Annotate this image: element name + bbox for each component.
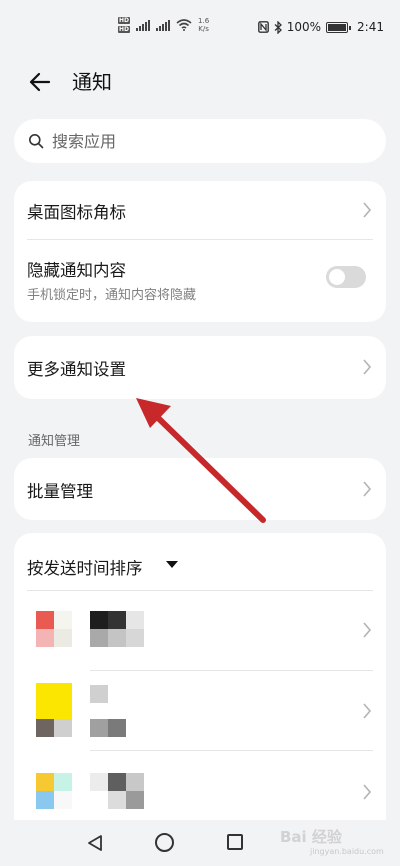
caret-down-icon: [166, 561, 178, 568]
nfc-icon: [257, 21, 269, 33]
chevron-right-icon: [363, 784, 372, 800]
more-settings-label: 更多通知设置: [27, 360, 126, 379]
app-header: 通知: [0, 58, 400, 108]
chevron-right-icon: [363, 359, 372, 375]
battery-percent: 100%: [286, 20, 322, 34]
badge-row[interactable]: 桌面图标角标: [14, 181, 386, 239]
app-list-item[interactable]: [14, 591, 386, 671]
hide-content-row: 隐藏通知内容 手机锁定时，通知内容将隐藏: [14, 239, 386, 322]
watermark-url: jingyan.baidu.com: [310, 847, 384, 856]
nav-back-icon[interactable]: [86, 834, 104, 852]
settings-card: 桌面图标角标 隐藏通知内容 手机锁定时，通知内容将隐藏: [14, 181, 386, 322]
app-list-card: 按发送时间排序: [14, 533, 386, 833]
app-list-item[interactable]: [14, 671, 386, 751]
search-input[interactable]: [52, 130, 352, 152]
search-icon: [29, 134, 44, 149]
network-speed: 1.6 K/s: [198, 17, 209, 33]
chevron-right-icon: [363, 622, 372, 638]
battery-icon: [326, 21, 352, 33]
status-right-group: 100% 2:41: [257, 20, 384, 34]
chevron-right-icon: [363, 202, 372, 218]
batch-manage-card[interactable]: 批量管理: [14, 458, 386, 520]
hd-badge: HD: [118, 26, 131, 33]
chevron-right-icon: [363, 481, 372, 497]
watermark: Bai 经验: [280, 828, 342, 846]
hd-indicators: HD HD: [118, 17, 131, 33]
bluetooth-icon: [274, 20, 282, 34]
network-speed-unit: K/s: [198, 25, 209, 33]
status-left-group: HD HD 1.6 K/s: [118, 17, 209, 33]
signal-4g-icon: [156, 19, 171, 31]
hd-badge: HD: [118, 17, 131, 24]
back-arrow-icon[interactable]: [26, 68, 54, 96]
more-settings-card[interactable]: 更多通知设置: [14, 336, 386, 399]
page-title: 通知: [72, 70, 112, 94]
hide-content-label: 隐藏通知内容: [27, 261, 126, 280]
wifi-icon: [176, 19, 192, 31]
hide-content-toggle[interactable]: [326, 266, 366, 288]
clock: 2:41: [357, 20, 384, 34]
chevron-right-icon: [363, 703, 372, 719]
sort-dropdown[interactable]: 按发送时间排序: [14, 533, 214, 591]
signal-5g-icon: [136, 19, 151, 31]
batch-manage-label: 批量管理: [27, 482, 93, 501]
sort-label: 按发送时间排序: [27, 559, 143, 578]
badge-label: 桌面图标角标: [27, 203, 126, 222]
hide-content-description: 手机锁定时，通知内容将隐藏: [27, 288, 197, 303]
nav-home-icon[interactable]: [155, 833, 174, 852]
status-bar: HD HD 1.6 K/s 100% 2:41: [0, 0, 400, 58]
nav-recents-icon[interactable]: [227, 834, 243, 850]
network-speed-value: 1.6: [198, 17, 210, 25]
section-heading: 通知管理: [28, 434, 81, 449]
